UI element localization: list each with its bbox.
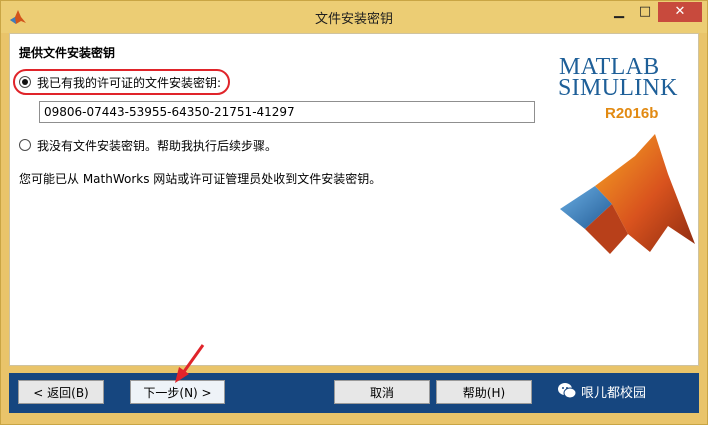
radio-button-unselected[interactable]	[19, 139, 31, 151]
radio-have-key-label: 我已有我的许可证的文件安装密钥:	[37, 75, 222, 90]
content-panel: 提供文件安装密钥 我已有我的许可证的文件安装密钥: 我没有文件安装密钥。帮助我执…	[9, 33, 699, 366]
cancel-button[interactable]: 取消	[334, 380, 430, 404]
logo-simulink: SIMULINK	[558, 75, 678, 101]
watermark-text: 哏儿都校园	[581, 385, 647, 401]
release-label: R2016b	[605, 105, 659, 122]
radio-no-key[interactable]: 我没有文件安装密钥。帮助我执行后续步骤。	[19, 136, 277, 154]
maximize-button[interactable]: □	[632, 2, 658, 22]
window-title: 文件安装密钥	[314, 12, 393, 27]
installer-window: 文件安装密钥 ▁ □ ✕ 提供文件安装密钥 我已有我的许可证的文件安装密钥: 我…	[0, 0, 708, 425]
section-heading: 提供文件安装密钥	[19, 46, 116, 60]
file-installation-key-input[interactable]	[39, 101, 535, 123]
wechat-icon	[558, 383, 577, 399]
radio-have-key[interactable]: 我已有我的许可证的文件安装密钥:	[19, 73, 221, 91]
back-button[interactable]: < 返回(B)	[18, 380, 104, 404]
help-button[interactable]: 帮助(H)	[436, 380, 532, 404]
title-bar[interactable]: 文件安装密钥 ▁ □ ✕	[1, 1, 707, 33]
matlab-membrane-logo	[560, 134, 695, 254]
radio-button-selected[interactable]	[19, 76, 31, 88]
close-button[interactable]: ✕	[658, 2, 702, 22]
annotation-arrow	[175, 344, 205, 383]
radio-no-key-label: 我没有文件安装密钥。帮助我执行后续步骤。	[37, 138, 278, 153]
minimize-button[interactable]: ▁	[605, 2, 633, 22]
info-text: 您可能已从 MathWorks 网站或许可证管理员处收到文件安装密钥。	[19, 172, 382, 186]
watermark: 哏儿都校园	[557, 381, 646, 401]
